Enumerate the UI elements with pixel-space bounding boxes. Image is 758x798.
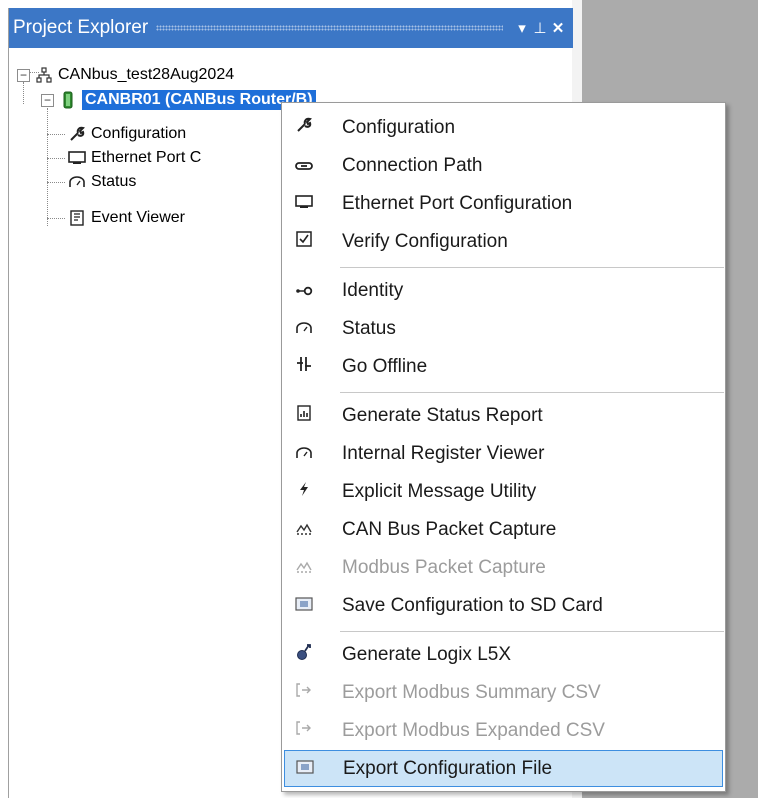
project-explorer-titlebar: Project Explorer ▾ ⊥ ✕ [9, 8, 573, 48]
identity-icon [284, 281, 324, 301]
menu-item-configuration[interactable]: Configuration [284, 109, 723, 146]
wrench-icon [284, 117, 324, 138]
menu-item-status[interactable]: Status [284, 310, 723, 347]
tree-root-node[interactable]: − CANbus_test28Aug2024 [17, 64, 234, 86]
collapse-icon[interactable]: − [17, 68, 30, 82]
menu-item-verify-configuration[interactable]: Verify Configuration [284, 223, 723, 260]
menu-item-label: Generate Status Report [342, 404, 543, 426]
tree-device-node[interactable]: − CANBR01 (CANBus Router/B) [41, 89, 316, 111]
menu-separator [340, 631, 724, 632]
menu-item-go-offline[interactable]: Go Offline [284, 348, 723, 385]
menu-item-label: Internal Register Viewer [342, 442, 545, 464]
export-icon [284, 720, 324, 741]
lightning-icon [284, 481, 324, 502]
titlebar-grip[interactable] [156, 25, 503, 31]
menu-item-generate-status-report[interactable]: Generate Status Report [284, 397, 723, 434]
link-icon [284, 156, 324, 176]
ethernet-port-icon [67, 148, 87, 168]
menu-item-modbus-packet-capture[interactable]: Modbus Packet Capture [284, 549, 723, 586]
menu-item-label: Modbus Packet Capture [342, 556, 546, 578]
menu-item-label: Generate Logix L5X [342, 643, 512, 665]
menu-item-export-modbus-summary-csv[interactable]: Export Modbus Summary CSV [284, 674, 723, 711]
menu-item-identity[interactable]: Identity [284, 272, 723, 309]
menu-item-label: Verify Configuration [342, 230, 508, 252]
event-log-icon [67, 208, 87, 228]
context-menu: Configuration Connection Path Ethernet P… [281, 102, 726, 792]
export-icon [284, 682, 324, 703]
menu-item-connection-path[interactable]: Connection Path [284, 147, 723, 184]
menu-item-label: Configuration [342, 116, 456, 138]
disconnect-icon [284, 355, 324, 378]
menu-separator [340, 267, 724, 268]
collapse-icon[interactable]: − [41, 93, 54, 107]
menu-item-label: Ethernet Port Configuration [342, 192, 573, 214]
tree-item-event-viewer[interactable]: Event Viewer [67, 207, 185, 229]
tree-item-label: Ethernet Port C [91, 149, 202, 166]
menu-item-ethernet-port-configuration[interactable]: Ethernet Port Configuration [284, 185, 723, 222]
menu-item-generate-logix-l5x[interactable]: Generate Logix L5X [284, 636, 723, 673]
chevron-down-icon[interactable]: ▾ [513, 21, 531, 36]
sd-card-icon [284, 596, 324, 616]
wrench-icon [67, 124, 87, 144]
packet-capture-icon [284, 558, 324, 578]
pin-icon[interactable]: ⊥ [531, 21, 549, 36]
menu-item-label: Identity [342, 279, 404, 301]
panel-title: Project Explorer [13, 17, 149, 38]
menu-item-label: Export Modbus Expanded CSV [342, 719, 605, 741]
report-icon [284, 405, 324, 426]
ethernet-port-icon [284, 194, 324, 214]
tree-item-ethernet-port[interactable]: Ethernet Port C [67, 147, 201, 169]
menu-item-internal-register-viewer[interactable]: Internal Register Viewer [284, 435, 723, 472]
menu-item-explicit-message-utility[interactable]: Explicit Message Utility [284, 473, 723, 510]
menu-item-label: Explicit Message Utility [342, 480, 537, 502]
device-icon [58, 90, 78, 110]
menu-item-export-modbus-expanded-csv[interactable]: Export Modbus Expanded CSV [284, 712, 723, 749]
logix-icon [284, 643, 324, 666]
tree-item-label: Event Viewer [91, 209, 185, 226]
tree-item-status[interactable]: Status [67, 171, 136, 193]
menu-item-label: Go Offline [342, 355, 428, 377]
gauge-icon [67, 172, 87, 192]
gauge-icon [284, 444, 324, 464]
tree-item-label: Status [91, 173, 137, 190]
menu-item-can-bus-packet-capture[interactable]: CAN Bus Packet Capture [284, 511, 723, 548]
tree-item-label: Configuration [91, 125, 187, 142]
menu-item-label: Connection Path [342, 154, 483, 176]
network-icon [34, 65, 54, 85]
menu-item-label: Status [342, 317, 396, 339]
menu-item-label: CAN Bus Packet Capture [342, 518, 557, 540]
menu-separator [340, 392, 724, 393]
gauge-icon [284, 319, 324, 339]
menu-item-save-configuration-sd-card[interactable]: Save Configuration to SD Card [284, 587, 723, 624]
close-icon[interactable]: ✕ [549, 21, 567, 36]
menu-item-label: Export Modbus Summary CSV [342, 681, 601, 703]
packet-capture-icon [284, 520, 324, 540]
checkbox-icon [284, 231, 324, 252]
menu-item-label: Save Configuration to SD Card [342, 594, 603, 616]
export-file-icon [285, 759, 325, 779]
menu-item-export-configuration-file[interactable]: Export Configuration File [284, 750, 723, 787]
menu-item-label: Export Configuration File [343, 757, 553, 779]
tree-root-label: CANbus_test28Aug2024 [58, 66, 235, 83]
tree-item-configuration[interactable]: Configuration [67, 123, 186, 145]
